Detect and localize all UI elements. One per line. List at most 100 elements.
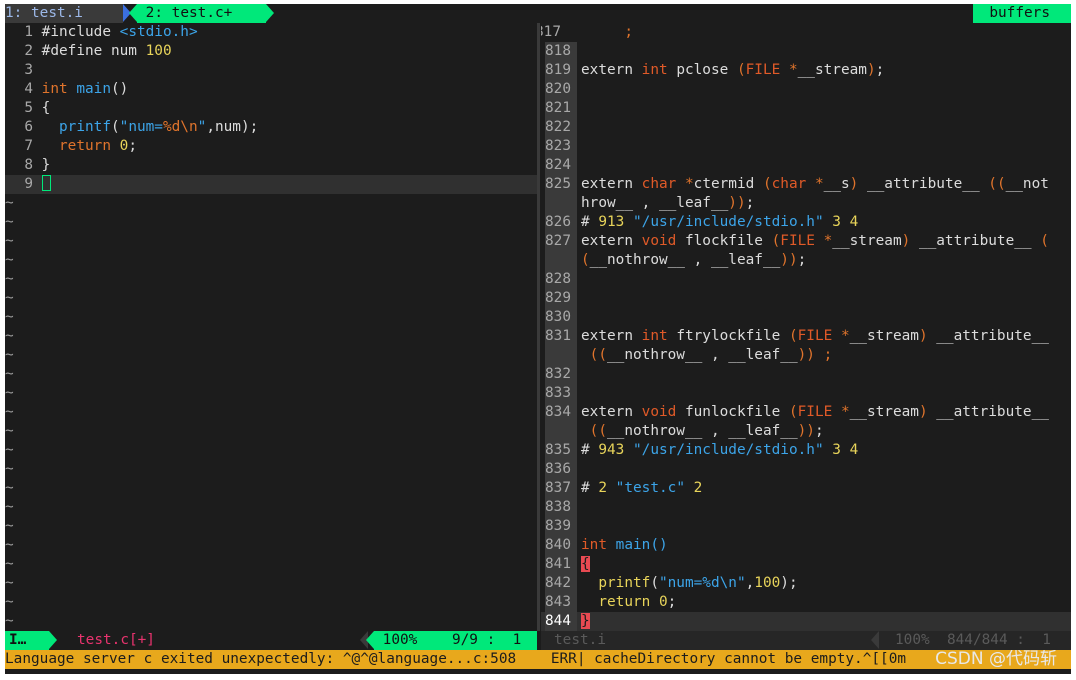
code-token: int xyxy=(41,81,68,97)
buffers-cap xyxy=(1058,4,1071,23)
tilde-marker: ~ xyxy=(5,347,14,363)
code-token: 0 xyxy=(658,594,668,610)
mode-indicator: I… xyxy=(5,631,49,650)
code-token: * xyxy=(840,328,850,344)
code-token: __not xyxy=(1005,176,1049,192)
tab-label: 1: test.i xyxy=(5,5,83,21)
code-token: __stream xyxy=(849,328,919,344)
line-number xyxy=(545,422,577,441)
code-line: extern int pclose (FILE *__stream); xyxy=(581,61,884,80)
line-number: 6 xyxy=(24,119,33,135)
terminal-window: 1: test.i 2: test.c+ buffers 1 #include … xyxy=(5,4,1071,674)
buffers-label[interactable]: buffers xyxy=(973,4,1058,23)
code-token: * xyxy=(814,176,824,192)
code-line: ; xyxy=(581,23,633,42)
code-line: extern void flockfile (FILE *__stream) _… xyxy=(581,232,1049,251)
code-token: ) xyxy=(866,62,876,78)
code-token: return xyxy=(59,138,111,154)
code-line: 7 return 0; xyxy=(5,137,137,156)
code-token: <stdio.h> xyxy=(119,24,198,40)
line-number: 2 xyxy=(24,43,33,59)
code-token: printf xyxy=(598,575,651,591)
code-token: # xyxy=(581,214,599,230)
code-token: ; xyxy=(797,252,807,268)
tilde-marker: ~ xyxy=(5,556,14,572)
tab-test-c[interactable]: 2: test.c+ xyxy=(137,4,266,23)
code-token: ) xyxy=(849,176,859,192)
line-number xyxy=(545,346,577,365)
code-token: ; xyxy=(624,24,633,40)
code-token: 3 xyxy=(832,214,841,230)
code-token: FILE xyxy=(745,62,781,78)
line-number: 818 xyxy=(545,42,577,61)
line-number: 824 xyxy=(545,156,577,175)
code-line: ((__nothrow__ , __leaf__)); xyxy=(581,422,824,441)
code-line: return 0; xyxy=(581,593,676,612)
code-token: extern xyxy=(581,233,642,249)
code-token: ); xyxy=(780,575,798,591)
code-token: __nothrow__ , __leaf__ xyxy=(589,252,781,268)
code-token: ) xyxy=(918,328,928,344)
code-line: extern char *ctermid (char *__s) __attri… xyxy=(581,175,1049,194)
tilde-marker: ~ xyxy=(5,518,14,534)
right-editor-pane[interactable]: 817 818819820821822823824825 826827 82882… xyxy=(541,23,1071,631)
code-token: __s xyxy=(823,176,850,192)
tab-test-i[interactable]: 1: test.i xyxy=(5,4,123,23)
code-token: "/usr/include/stdio.h" xyxy=(633,442,824,458)
tilde-marker: ~ xyxy=(5,404,14,420)
code-token: FILE xyxy=(797,404,833,420)
code-token: )) xyxy=(797,347,815,363)
left-editor-pane[interactable]: 1 #include <stdio.h> 2 #define num 100 3 4… xyxy=(5,23,537,631)
line-number: 4 xyxy=(24,81,33,97)
code-line: extern int ftrylockfile (FILE *__stream)… xyxy=(581,327,1049,346)
line-number: 835 xyxy=(545,441,577,460)
line-number: 844 xyxy=(545,612,577,631)
tilde-marker: ~ xyxy=(5,366,14,382)
tilde-marker: ~ xyxy=(5,309,14,325)
line-number: 821 xyxy=(545,99,577,118)
line-number: 825 xyxy=(545,175,577,194)
code-token: )) xyxy=(780,252,798,268)
code-token: * xyxy=(788,62,798,78)
code-token: ( xyxy=(110,119,120,135)
code-token: ) xyxy=(918,404,928,420)
code-line: # 943 "/usr/include/stdio.h" 3 4 xyxy=(581,441,858,460)
left-filename: test.c[+] xyxy=(77,632,155,648)
tilde-marker: ~ xyxy=(5,423,14,439)
tilde-marker: ~ xyxy=(5,613,14,629)
code-line: int main() xyxy=(581,536,668,555)
code-token: extern xyxy=(581,404,642,420)
code-token: (( xyxy=(589,423,607,439)
line-number: 817 xyxy=(541,24,561,40)
line-number: 841 xyxy=(545,555,577,574)
code-line: 8 } xyxy=(5,156,50,175)
code-token: __stream xyxy=(849,404,919,420)
right-filename: test.i xyxy=(554,632,606,648)
code-token: __nothrow__ , __leaf__ xyxy=(607,423,798,439)
line-number: 833 xyxy=(545,384,577,403)
code-token: ctermid xyxy=(693,176,763,192)
code-token: __stream xyxy=(832,233,902,249)
vertical-split-divider[interactable] xyxy=(537,23,540,631)
line-number: 820 xyxy=(545,80,577,99)
code-token: funlockfile xyxy=(676,404,789,420)
code-token: ( xyxy=(650,575,659,591)
tilde-marker: ~ xyxy=(5,271,14,287)
code-token: FILE xyxy=(797,328,833,344)
code-token: ; xyxy=(667,594,677,610)
code-token: main xyxy=(76,81,111,97)
code-token: hrow__ , __leaf__ xyxy=(581,195,729,211)
code-token: * xyxy=(823,233,833,249)
code-token: ; xyxy=(745,195,755,211)
code-token: ( xyxy=(581,252,590,268)
code-token: (( xyxy=(589,347,607,363)
